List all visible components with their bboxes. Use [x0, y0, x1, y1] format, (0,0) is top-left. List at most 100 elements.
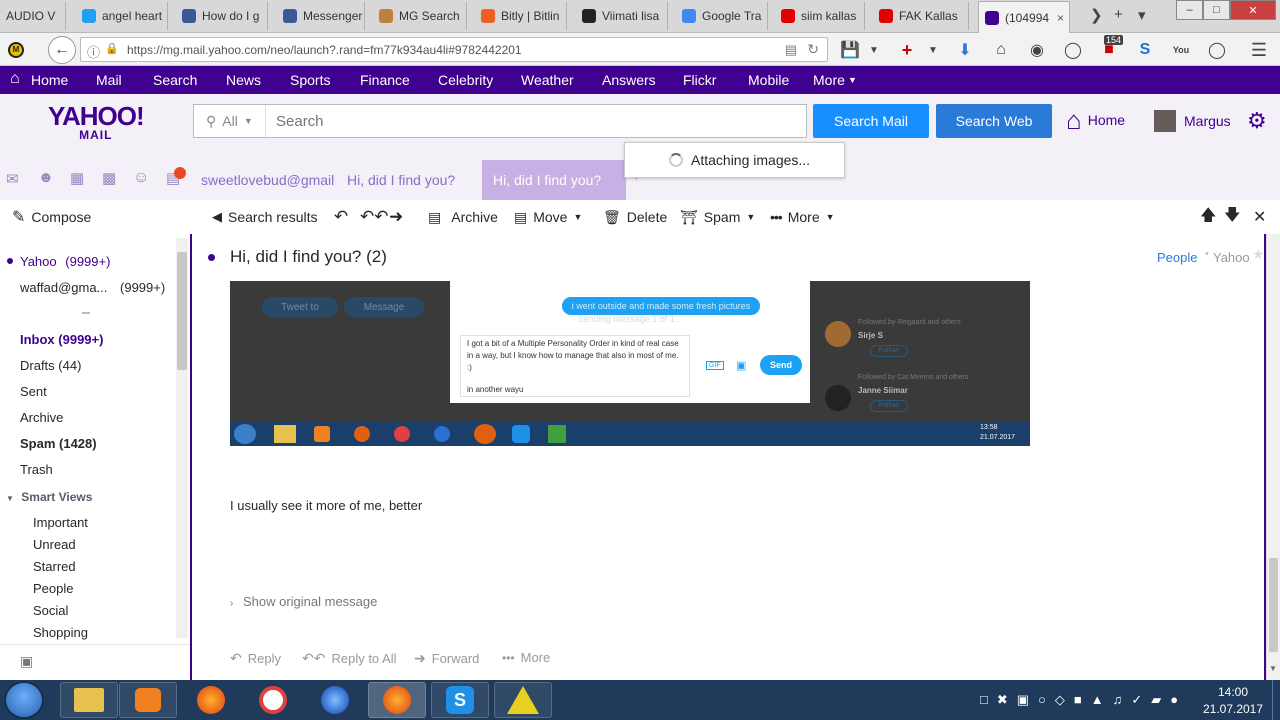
- show-original-link[interactable]: › Show original message: [230, 594, 377, 609]
- dropdown-icon[interactable]: ▼: [862, 38, 886, 62]
- tab-sweetlovebud[interactable]: sweetlovebud@gmail: [201, 160, 335, 200]
- browser-tab[interactable]: Google Tra: [676, 2, 768, 30]
- message-scrollbar[interactable]: ▼: [1266, 234, 1280, 680]
- browser-tab[interactable]: MG Search: [373, 2, 467, 30]
- new-tab-icon[interactable]: +: [1114, 6, 1123, 23]
- browser-tab[interactable]: Bitly | Bitlin: [475, 2, 567, 30]
- reader-view-icon[interactable]: ▤: [785, 42, 797, 58]
- close-tab-icon[interactable]: ×: [1057, 11, 1064, 25]
- home-icon[interactable]: ⌂: [989, 38, 1013, 62]
- yahoo-nav-sports[interactable]: Sports: [290, 66, 330, 94]
- messenger-icon[interactable]: ☺: [133, 169, 149, 187]
- reply-all-link[interactable]: ↶↶ Reply to All: [302, 650, 397, 667]
- forward-button[interactable]: ➜: [389, 200, 403, 234]
- tab-message-1[interactable]: Hi, did I find you?: [347, 160, 477, 200]
- spam-button[interactable]: ⛩ Spam ▼: [680, 200, 755, 234]
- image-icon[interactable]: ▣: [20, 653, 33, 670]
- taskbar-explorer[interactable]: [60, 682, 118, 718]
- minimize-button[interactable]: –: [1176, 0, 1203, 20]
- yahoo-nav-search[interactable]: Search: [153, 66, 197, 94]
- taskbar-firefox[interactable]: [182, 682, 240, 718]
- calendar-icon[interactable]: ▦: [70, 169, 84, 187]
- mail-icon[interactable]: ✉: [6, 170, 19, 188]
- yahoo-link[interactable]: Yahoo: [1213, 250, 1250, 265]
- smart-view-unread[interactable]: Unread: [33, 537, 76, 552]
- archive-button[interactable]: ▤ Archive: [428, 200, 498, 234]
- yahoo-nav-home[interactable]: Home: [31, 66, 68, 94]
- yahoo-nav-mobile[interactable]: Mobile: [748, 66, 789, 94]
- delete-button[interactable]: 🗑 Delete: [603, 200, 667, 234]
- folder-archive[interactable]: Archive: [20, 410, 63, 425]
- taskbar-skype[interactable]: S: [431, 682, 489, 718]
- browser-tab[interactable]: AUDIO V: [0, 2, 66, 30]
- yahoo-nav-mail[interactable]: Mail: [96, 66, 122, 94]
- back-button[interactable]: ←: [48, 36, 76, 64]
- close-message-button[interactable]: ✕: [1253, 200, 1266, 234]
- compose-button[interactable]: ✎ Compose: [12, 200, 91, 234]
- close-window-button[interactable]: ✕: [1230, 0, 1276, 20]
- reply-all-button[interactable]: ↶↶: [360, 200, 389, 234]
- show-desktop-button[interactable]: [1272, 680, 1280, 720]
- taskbar-app-2[interactable]: [306, 682, 364, 718]
- scroll-thumb[interactable]: [1269, 558, 1278, 652]
- yahoo-nav-celebrity[interactable]: Celebrity: [438, 66, 493, 94]
- browser-tab[interactable]: FAK Kallas: [873, 2, 969, 30]
- search-results-button[interactable]: ◀ Search results: [212, 200, 317, 234]
- smart-view-starred[interactable]: Starred: [33, 559, 76, 574]
- yahoo-nav-weather[interactable]: Weather: [521, 66, 574, 94]
- taskbar-date[interactable]: 21.07.2017: [1196, 702, 1270, 716]
- taskbar-media-player[interactable]: [119, 682, 177, 718]
- youtube-icon[interactable]: You: [1169, 38, 1193, 62]
- sidebar-scrollbar[interactable]: [176, 238, 188, 638]
- browser-tab[interactable]: (104994 ×: [978, 1, 1070, 33]
- skype-icon[interactable]: S: [1133, 38, 1157, 62]
- more-actions-link[interactable]: ••• More: [502, 650, 550, 665]
- user-menu[interactable]: Margus: [1154, 110, 1231, 132]
- browser-tab[interactable]: Messenger: [277, 2, 365, 30]
- people-link[interactable]: People: [1157, 250, 1197, 265]
- pocket-icon[interactable]: ◉: [1025, 38, 1049, 62]
- reload-icon[interactable]: ↻: [807, 41, 819, 58]
- forward-link[interactable]: ➜ Forward: [414, 650, 479, 667]
- scroll-tabs-right-icon[interactable]: ❯: [1090, 6, 1103, 24]
- tray-icons[interactable]: □✖▣○◇■▲♫✓▰●: [980, 692, 1187, 708]
- browser-tab[interactable]: How do I g: [176, 2, 268, 30]
- taskbar-firefox-active[interactable]: [368, 682, 426, 718]
- reply-button[interactable]: ↶: [334, 200, 348, 234]
- yahoo-nav-finance[interactable]: Finance: [360, 66, 410, 94]
- start-button[interactable]: [4, 681, 44, 719]
- url-bar[interactable]: ⓘ 🔒 https://mg.mail.yahoo.com/neo/launch…: [80, 37, 828, 62]
- yahoo-mail-logo[interactable]: YAHOO! MAIL: [48, 103, 145, 141]
- taskbar-app[interactable]: [244, 682, 302, 718]
- smart-views-toggle[interactable]: ▼ Smart Views: [6, 490, 92, 504]
- sync-icon[interactable]: ◯: [1061, 38, 1085, 62]
- browser-tab[interactable]: siim kallas: [775, 2, 865, 30]
- smart-view-social[interactable]: Social: [33, 603, 68, 618]
- browser-tab[interactable]: Viimati lisa: [576, 2, 668, 30]
- dropdown-icon-2[interactable]: ▼: [921, 38, 945, 62]
- search-scope[interactable]: ⚲ All ▼: [194, 105, 266, 137]
- folder-inbox[interactable]: Inbox (9999+): [20, 332, 103, 347]
- splitter-handle[interactable]: [82, 312, 90, 314]
- home-link[interactable]: ⌂ Home: [1066, 107, 1125, 133]
- scroll-down-arrow[interactable]: ▼: [1269, 664, 1277, 673]
- addon-plus-icon[interactable]: +: [895, 38, 919, 62]
- tab-message-2-active[interactable]: Hi, did I find you?: [482, 160, 626, 200]
- addon-icon[interactable]: M: [4, 38, 28, 62]
- reply-link[interactable]: ↶ Reply: [230, 650, 281, 667]
- smart-view-important[interactable]: Important: [33, 515, 88, 530]
- tab-list-icon[interactable]: ▾: [1138, 6, 1146, 24]
- star-icon[interactable]: ★: [1252, 246, 1265, 263]
- folder-sent[interactable]: Sent: [20, 384, 47, 399]
- yahoo-nav-answers[interactable]: Answers: [602, 66, 656, 94]
- embedded-screenshot[interactable]: Tweet to Message i went outside and made…: [230, 281, 1030, 446]
- download-icon[interactable]: ⬇: [953, 38, 977, 62]
- account-gmail[interactable]: waffad@gma... (9999+): [20, 280, 165, 295]
- more-button[interactable]: ••• More ▼: [770, 200, 835, 234]
- gear-icon[interactable]: ⚙: [1247, 108, 1267, 134]
- notepad-icon[interactable]: ▩: [102, 169, 116, 187]
- move-button[interactable]: ▤ Move ▼: [514, 200, 582, 234]
- restore-button[interactable]: □: [1203, 0, 1230, 20]
- yahoo-nav-news[interactable]: News: [226, 66, 261, 94]
- save-icon[interactable]: 💾: [838, 38, 862, 62]
